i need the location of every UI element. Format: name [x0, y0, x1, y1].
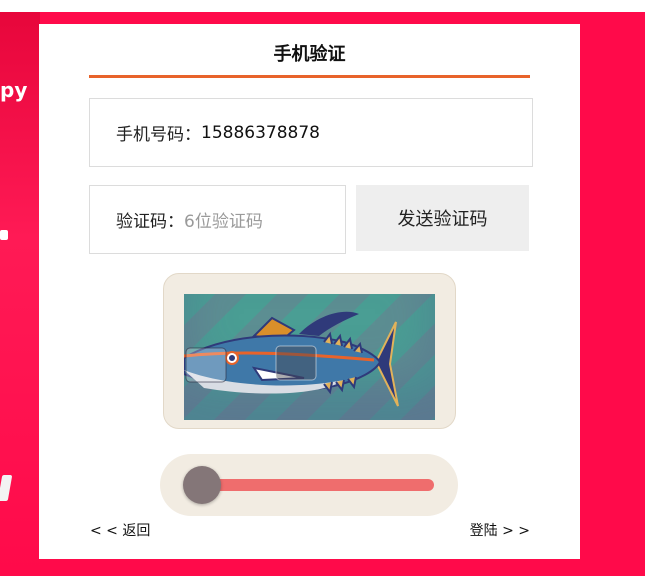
- back-link[interactable]: < < 返回: [90, 520, 150, 540]
- dialog-title: 手机验证: [273, 44, 346, 65]
- login-link[interactable]: 登陆 > >: [470, 520, 530, 540]
- code-field-placeholder[interactable]: 6位验证码: [184, 207, 263, 232]
- phone-field[interactable]: 手机号码： 15886378878: [89, 98, 533, 167]
- background-banner-text: py: [0, 78, 28, 102]
- background-decoration: [0, 230, 8, 240]
- code-field[interactable]: 验证码： 6位验证码: [89, 185, 346, 254]
- captcha-slider-bar: [208, 479, 434, 491]
- fish-illustration: [184, 311, 399, 407]
- send-code-button[interactable]: 发送验证码: [356, 185, 529, 251]
- captcha-image: [184, 294, 435, 420]
- captcha-frame: [163, 273, 456, 429]
- verification-dialog: 手机验证 手机号码：15886378878 验证码：6位验证码 发送验证码: [39, 24, 580, 559]
- phone-field-value[interactable]: 15886378878: [201, 123, 320, 143]
- code-field-label: 验证码：: [116, 212, 184, 232]
- captcha-slider-handle[interactable]: [183, 466, 221, 504]
- page-bottom-strip: [0, 576, 645, 588]
- phone-field-label: 手机号码：: [116, 125, 201, 145]
- title-underline: [89, 75, 530, 78]
